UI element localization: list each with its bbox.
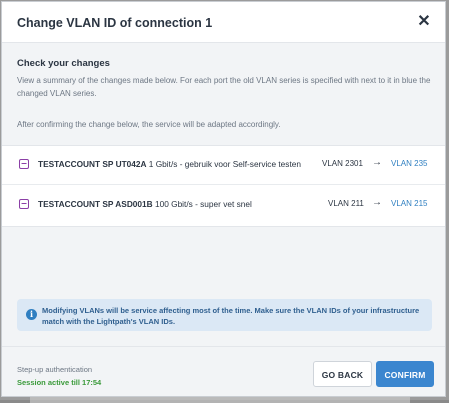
new-vlan: VLAN 235 [391,159,428,168]
service-icon [19,159,29,169]
confirm-button[interactable]: CONFIRM [376,361,434,387]
old-vlan: VLAN 2301 [322,159,363,168]
info-icon: i [26,309,37,320]
go-back-button[interactable]: GO BACK [313,361,372,387]
summary-description: View a summary of the changes made below… [17,76,431,98]
arrow-right-icon: → [372,197,382,208]
close-icon[interactable]: ✕ [415,13,433,31]
old-vlan: VLAN 211 [328,199,364,208]
change-row: TESTACCOUNT SP UT042A 1 Gbit/s - gebruik… [2,146,445,185]
notice-text: Modifying VLANs will be service affectin… [42,306,420,326]
dialog-footer: Step-up authentication Session active ti… [2,346,445,396]
change-vlan-dialog: Change VLAN ID of connection 1 ✕ Check y… [1,1,446,397]
service-detail: 1 Gbit/s - gebruik voor Self-service tes… [146,159,301,169]
auth-label: Step-up authentication [17,365,93,374]
service-name: TESTACCOUNT SP ASD001B 100 Gbit/s - supe… [38,199,252,209]
summary-heading: Check your changes [17,58,110,69]
new-vlan: VLAN 215 [391,199,428,208]
service-name: TESTACCOUNT SP UT042A 1 Gbit/s - gebruik… [38,159,301,169]
summary-note: After confirming the change below, the s… [17,120,281,129]
service-id: TESTACCOUNT SP ASD001B [38,199,153,209]
service-id: TESTACCOUNT SP UT042A [38,159,147,169]
arrow-right-icon: → [372,157,382,168]
dialog-header: Change VLAN ID of connection 1 ✕ [2,2,445,43]
change-row: TESTACCOUNT SP ASD001B 100 Gbit/s - supe… [2,186,445,224]
changes-list: TESTACCOUNT SP UT042A 1 Gbit/s - gebruik… [2,145,445,227]
auth-status: Session active till 17:54 [17,378,102,387]
backdrop-content [30,397,410,403]
service-detail: 100 Gbit/s - super vet snel [152,199,252,209]
service-icon [19,199,29,209]
dialog-title: Change VLAN ID of connection 1 [17,16,213,30]
warning-notice: i Modifying VLANs will be service affect… [17,299,432,331]
